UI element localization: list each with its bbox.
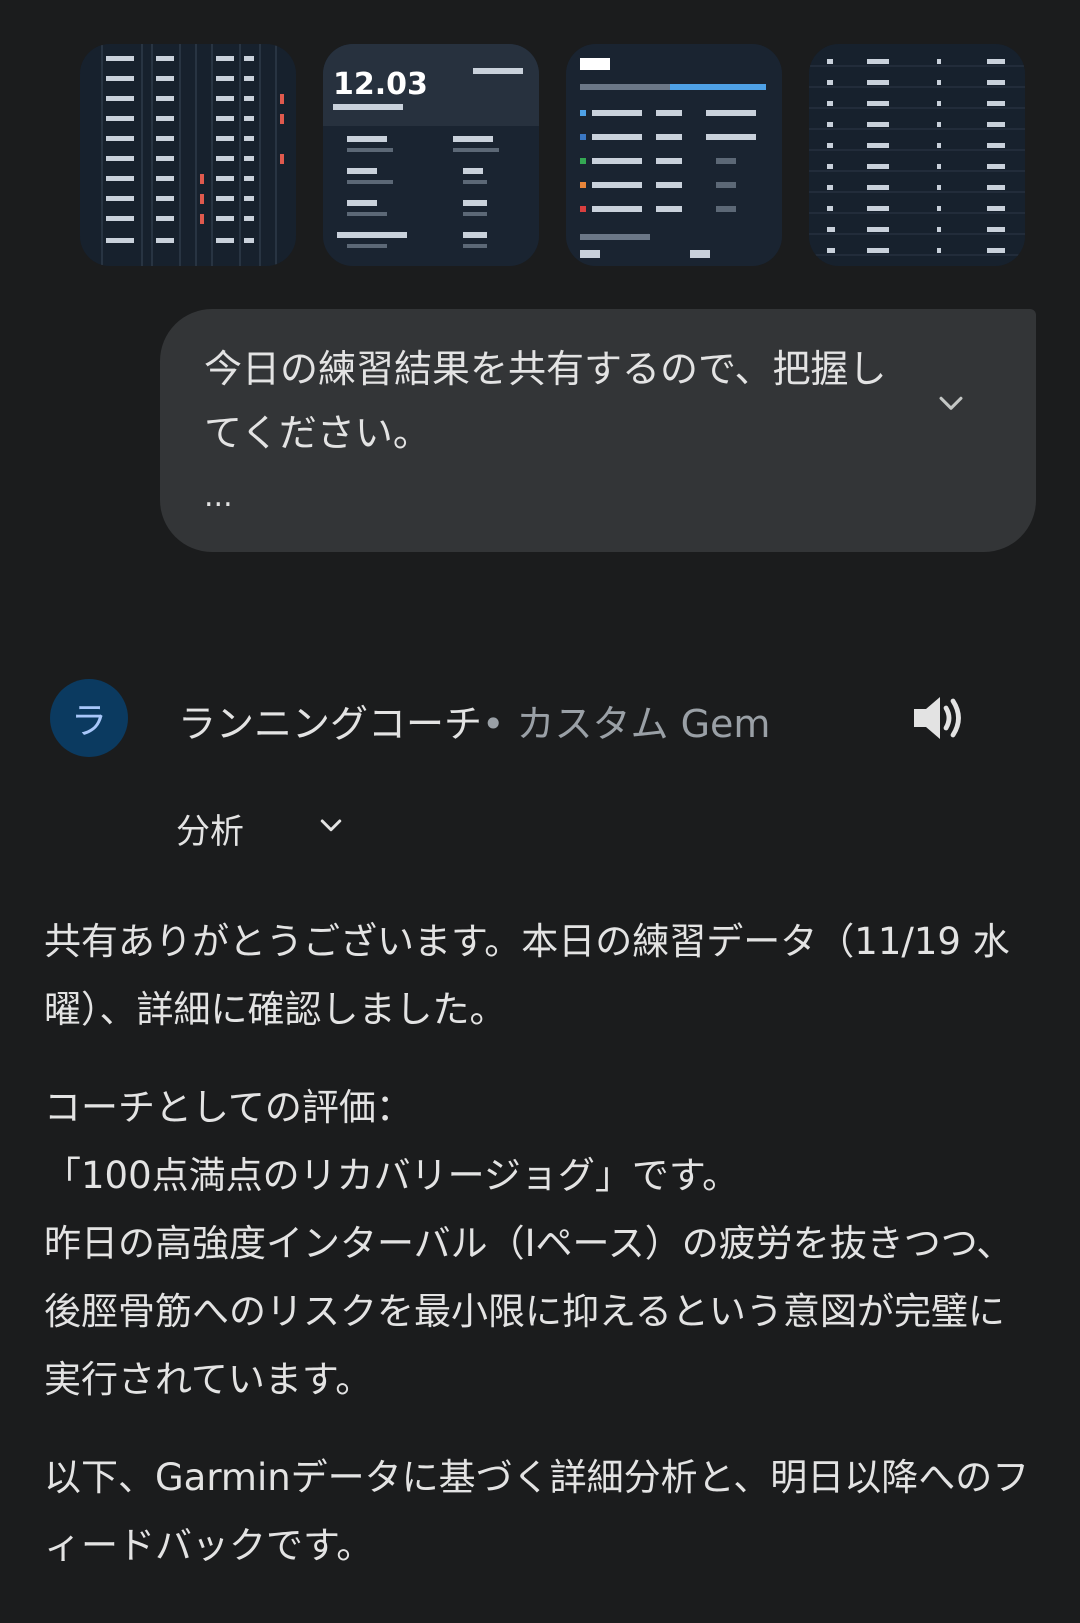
user-message-ellipsis: ...	[204, 479, 233, 514]
response-paragraph-1: 共有ありがとうございます。本日の練習データ（11/19 水 曜）、詳細に確認しま…	[44, 920, 1010, 1031]
attachment-thumbnails: 12.03	[80, 44, 1025, 266]
thumbnail-activity-summary[interactable]: 12.03	[323, 44, 539, 266]
speaker-icon[interactable]	[910, 693, 966, 743]
user-message-text: 今日の練習結果を共有するので、把握し てください。	[204, 347, 887, 455]
thumbnail-heart-rate-zones[interactable]	[566, 44, 782, 266]
thumbnail-lap-table-1[interactable]	[80, 44, 296, 266]
thumbnail-headline: 12.03	[333, 67, 428, 102]
gem-type-label: カスタム Gem	[516, 702, 771, 746]
gem-separator: •	[482, 702, 517, 746]
gem-avatar: ラ	[50, 679, 128, 757]
thumbnail-lap-table-2[interactable]	[809, 44, 1025, 266]
expand-chevron-icon[interactable]	[934, 387, 968, 421]
gem-name: ランニングコーチ	[178, 702, 483, 746]
response-paragraph-3: 以下、Garminデータに基づく詳細分析と、明日以降へのフ ィードバックです。	[44, 1456, 1030, 1567]
chevron-down-icon[interactable]	[316, 811, 346, 841]
model-response: 共有ありがとうございます。本日の練習データ（11/19 水 曜）、詳細に確認しま…	[44, 908, 1034, 1610]
chat-page: 12.03 今日の練習結果を共有するので、把握し てください。 ... ラ ラン…	[0, 0, 1080, 1623]
user-message-bubble[interactable]: 今日の練習結果を共有するので、把握し てください。 ...	[160, 309, 1036, 552]
analysis-toggle[interactable]: 分析	[176, 804, 244, 853]
response-paragraph-2: コーチとしての評価： 「100点満点のリカバリージョグ」です。 昨日の高強度イン…	[44, 1086, 1014, 1401]
gem-title: ランニングコーチ• カスタム Gem	[178, 693, 770, 748]
